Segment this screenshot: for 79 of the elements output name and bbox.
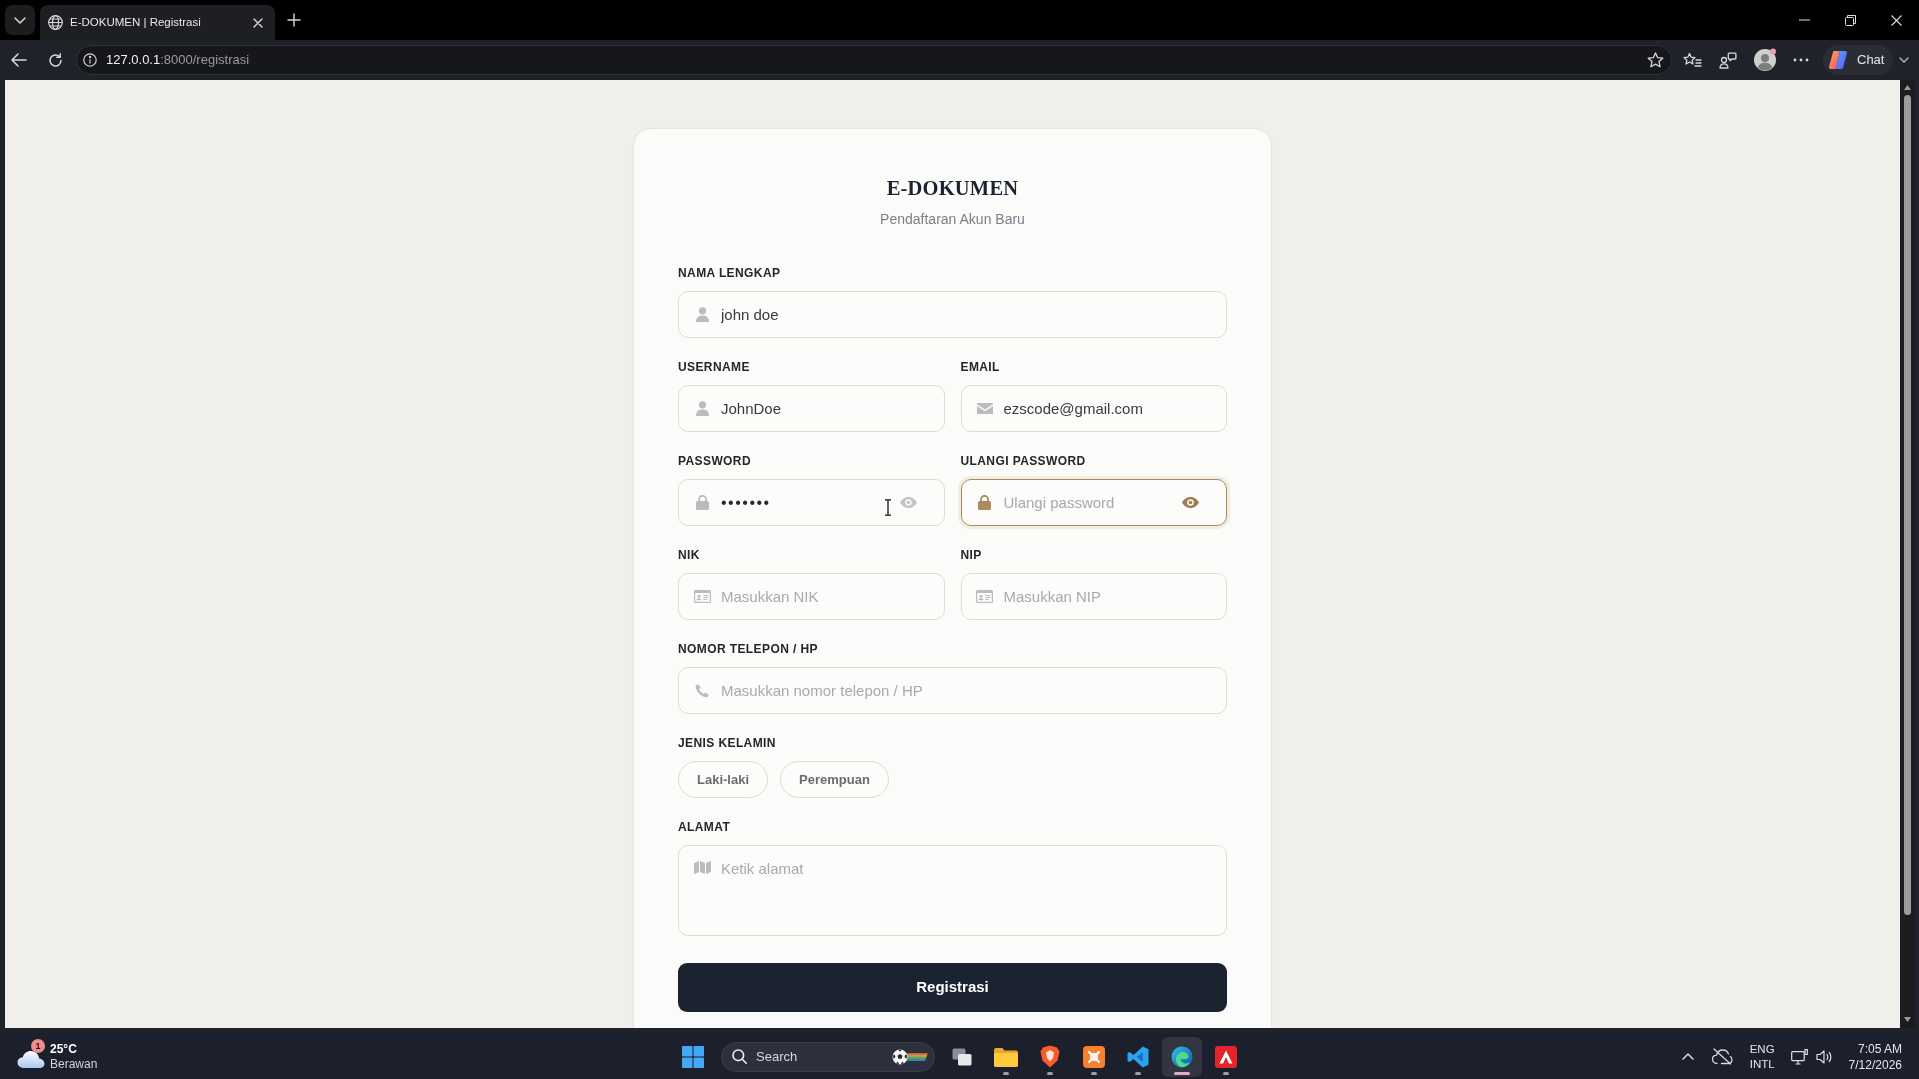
search-icon [732,1049,747,1064]
plus-icon[interactable] [287,13,301,27]
people-chat-icon[interactable] [1719,51,1737,69]
search-box[interactable]: Search [721,1041,935,1072]
task-view-icon [952,1047,972,1066]
envelope-icon [976,403,993,414]
close-icon[interactable] [253,17,263,28]
field-label: NAMA LENGKAP [678,265,782,281]
avatar-icon[interactable] [1753,48,1777,72]
field-label: USERNAME [678,359,751,375]
monitor-icon[interactable] [1790,1048,1808,1065]
tab-list-button[interactable] [5,5,35,35]
browser-tab[interactable]: E-DOKUMEN | Registrasi [40,5,275,40]
star-list-icon[interactable] [1683,52,1702,68]
more-icon[interactable] [1793,58,1809,62]
input-field[interactable]: ••••••• [678,479,945,526]
minimize-icon[interactable] [1798,19,1810,21]
field-label: NOMOR TELEPON / HP [678,641,819,657]
chevron-down-icon [14,16,26,24]
person-icon [695,401,709,416]
star-icon[interactable] [1647,52,1664,68]
swirl-icon [1171,1045,1193,1068]
id-card-icon [976,590,993,603]
folder-icon [994,1046,1018,1067]
field-label: NIP [960,547,983,563]
info-icon[interactable] [83,53,97,67]
field-label: ALAMAT [678,819,732,835]
close-icon[interactable] [1890,14,1902,26]
chevron-down-icon[interactable] [1899,57,1909,63]
triangle-tile-icon [1215,1045,1237,1068]
field-label: ULANGI PASSWORD [960,453,1087,469]
app-title: E-DOKUMEN [885,176,1020,201]
cross-tile-icon [1083,1045,1105,1068]
globe-icon [48,15,63,30]
lock-icon [695,495,709,510]
cloud-icon[interactable] [17,1049,45,1068]
input-field[interactable]: JohnDoe [678,385,945,432]
phone-icon [695,683,709,698]
text-cursor-icon [884,499,892,516]
address-bar[interactable]: 127.0.0.1:8000/registrasi [76,45,1672,75]
page-subtitle: Pendaftaran Akun Baru [879,210,1026,229]
clock-date: 7/12/2026 [1848,1056,1902,1073]
field-label: NIK [678,547,701,563]
reload-icon[interactable] [47,52,63,68]
input-field[interactable]: Ulangi password [960,479,1227,526]
lock-icon [978,495,991,510]
keyboard-layout-text[interactable]: INTL [1749,1056,1775,1072]
four-squares-icon [682,1045,704,1068]
field-label: PASSWORD [678,453,752,469]
map-icon [693,861,711,874]
language-text[interactable]: ENG [1749,1041,1775,1057]
scrollbar-thumb[interactable] [1904,95,1911,915]
notification-badge: 1 [31,1038,45,1053]
taskbar-app-button[interactable] [1162,1036,1202,1077]
gender-option[interactable]: Laki-laki [678,761,769,798]
chevron-up-icon[interactable] [1681,1053,1694,1060]
input-field[interactable]: john doe [678,291,1227,338]
chat-button[interactable]: Chat [1823,45,1893,75]
restore-icon[interactable] [1844,14,1856,26]
field-label: EMAIL [960,359,1001,375]
logo-icon [1828,50,1848,70]
temperature-text: 25°C [50,1041,78,1057]
ribbon-icon [1127,1045,1149,1068]
soccer-ball-icon [892,1048,928,1065]
weather-text: Berawan [50,1056,98,1072]
input-field[interactable]: ezscode@gmail.com [960,385,1227,432]
gender-option[interactable]: Perempuan [780,761,889,798]
scroll-up-icon[interactable] [1904,85,1911,90]
eye-icon[interactable] [1182,497,1199,508]
shield-icon [1040,1045,1060,1068]
scroll-down-icon[interactable] [1904,1017,1911,1022]
speaker-icon[interactable] [1815,1049,1833,1064]
field-label: JENIS KELAMIN [678,735,777,751]
back-arrow-icon[interactable] [11,53,27,67]
cloud-off-icon[interactable] [1710,1048,1733,1065]
clock-time: 7:05 AM [1857,1040,1902,1057]
textarea-field[interactable]: Ketik alamat [678,845,1227,936]
register-button[interactable]: Registrasi [678,963,1227,1012]
person-icon [695,307,709,322]
